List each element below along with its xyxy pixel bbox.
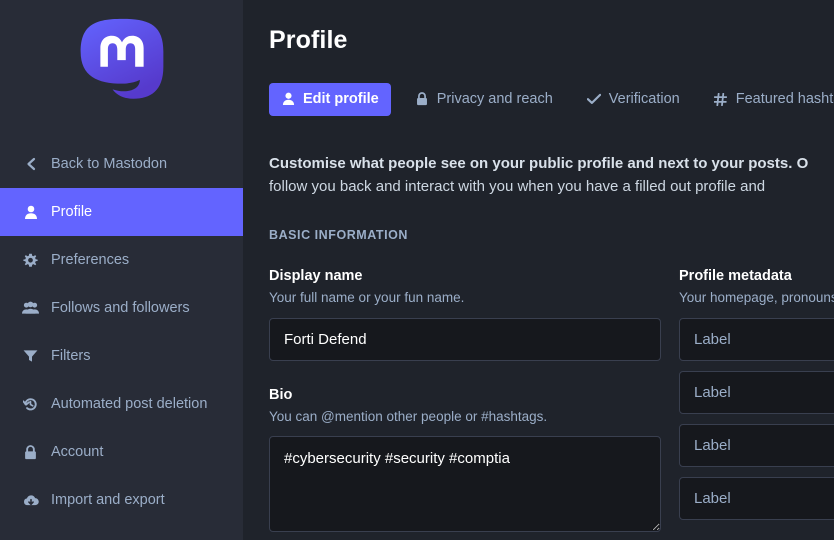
metadata-label-input-1[interactable] — [679, 317, 834, 361]
tab-label: Edit profile — [303, 91, 379, 107]
check-icon — [586, 93, 601, 105]
tab-privacy-and-reach[interactable]: Privacy and reach — [403, 83, 565, 116]
sidebar-item-label: Profile — [51, 203, 93, 220]
section-heading-basic-information: BASIC INFORMATION — [269, 228, 408, 242]
sidebar-item-preferences[interactable]: Preferences — [0, 236, 243, 284]
main-content: Profile Edit profile Privacy and reach V… — [243, 0, 834, 540]
field-bio: Bio You can @mention other people or #ha… — [269, 387, 661, 533]
field-hint: Your homepage, pronouns, ag — [679, 290, 834, 305]
field-hint: Your full name or your fun name. — [269, 290, 465, 305]
intro-text: Customise what people see on your public… — [269, 152, 834, 199]
filter-icon — [22, 349, 39, 363]
sidebar-item-label: Automated post deletion — [51, 395, 208, 412]
tab-label: Privacy and reach — [436, 91, 553, 107]
form-column-left: Display name Your full name or your fun … — [269, 268, 661, 533]
tab-verification[interactable]: Verification — [575, 83, 692, 116]
sidebar-item-import-and-export[interactable]: Import and export — [0, 476, 243, 524]
sidebar-item-automated-post-deletion[interactable]: Automated post deletion — [0, 380, 243, 428]
sidebar-item-label: Back to Mastodon — [51, 155, 168, 172]
page-title: Profile — [269, 26, 348, 54]
sidebar: Back to Mastodon Profile Preferences Fol… — [0, 0, 243, 540]
metadata-row — [679, 423, 834, 467]
sidebar-item-label: Import and export — [51, 491, 165, 508]
sidebar-item-label: Account — [51, 443, 104, 460]
intro-line-1: Customise what people see on your public… — [269, 154, 809, 172]
lock-icon — [415, 92, 429, 106]
sidebar-item-profile[interactable]: Profile — [0, 188, 243, 236]
intro-line-2: follow you back and interact with you wh… — [269, 177, 766, 195]
tab-bar: Edit profile Privacy and reach Verificat… — [269, 83, 834, 116]
metadata-label-input-2[interactable] — [679, 370, 834, 414]
mastodon-logo — [0, 0, 243, 125]
tab-edit-profile[interactable]: Edit profile — [269, 83, 391, 116]
field-label: Display name — [269, 268, 363, 284]
tab-label: Featured hashtags — [735, 91, 834, 107]
sidebar-item-account[interactable]: Account — [0, 428, 243, 476]
gear-icon — [22, 253, 39, 268]
sidebar-item-follows-and-followers[interactable]: Follows and followers — [0, 284, 243, 332]
tab-label: Verification — [608, 91, 680, 107]
chevron-left-icon — [22, 157, 39, 171]
sidebar-item-label: Follows and followers — [51, 299, 190, 316]
field-hint: You can @mention other people or #hashta… — [269, 408, 548, 424]
sidebar-nav: Back to Mastodon Profile Preferences Fol… — [0, 140, 243, 524]
form-columns: Display name Your full name or your fun … — [269, 268, 834, 533]
hashtag-icon — [714, 92, 728, 106]
person-icon — [281, 92, 295, 106]
field-label: Bio — [269, 386, 293, 403]
metadata-row — [679, 317, 834, 361]
display-name-input[interactable] — [269, 317, 661, 361]
cloud-download-icon — [22, 494, 39, 507]
sidebar-item-filters[interactable]: Filters — [0, 332, 243, 380]
metadata-row — [679, 476, 834, 520]
sidebar-item-label: Preferences — [51, 251, 130, 268]
sidebar-item-label: Filters — [51, 347, 91, 364]
history-icon — [22, 397, 39, 412]
lock-icon — [22, 444, 39, 460]
metadata-label-input-4[interactable] — [679, 476, 834, 520]
metadata-row — [679, 370, 834, 414]
sidebar-item-back-to-mastodon[interactable]: Back to Mastodon — [0, 140, 243, 188]
bio-textarea[interactable] — [269, 436, 661, 533]
person-icon — [22, 205, 39, 220]
tab-featured-hashtags[interactable]: Featured hashtags — [702, 83, 834, 116]
metadata-label-input-3[interactable] — [679, 423, 834, 467]
users-icon — [22, 301, 39, 315]
form-column-right: Profile metadata Your homepage, pronouns… — [679, 268, 834, 532]
field-label: Profile metadata — [679, 268, 792, 284]
field-display-name: Display name Your full name or your fun … — [269, 268, 661, 361]
mastodon-logo-icon — [80, 18, 163, 99]
